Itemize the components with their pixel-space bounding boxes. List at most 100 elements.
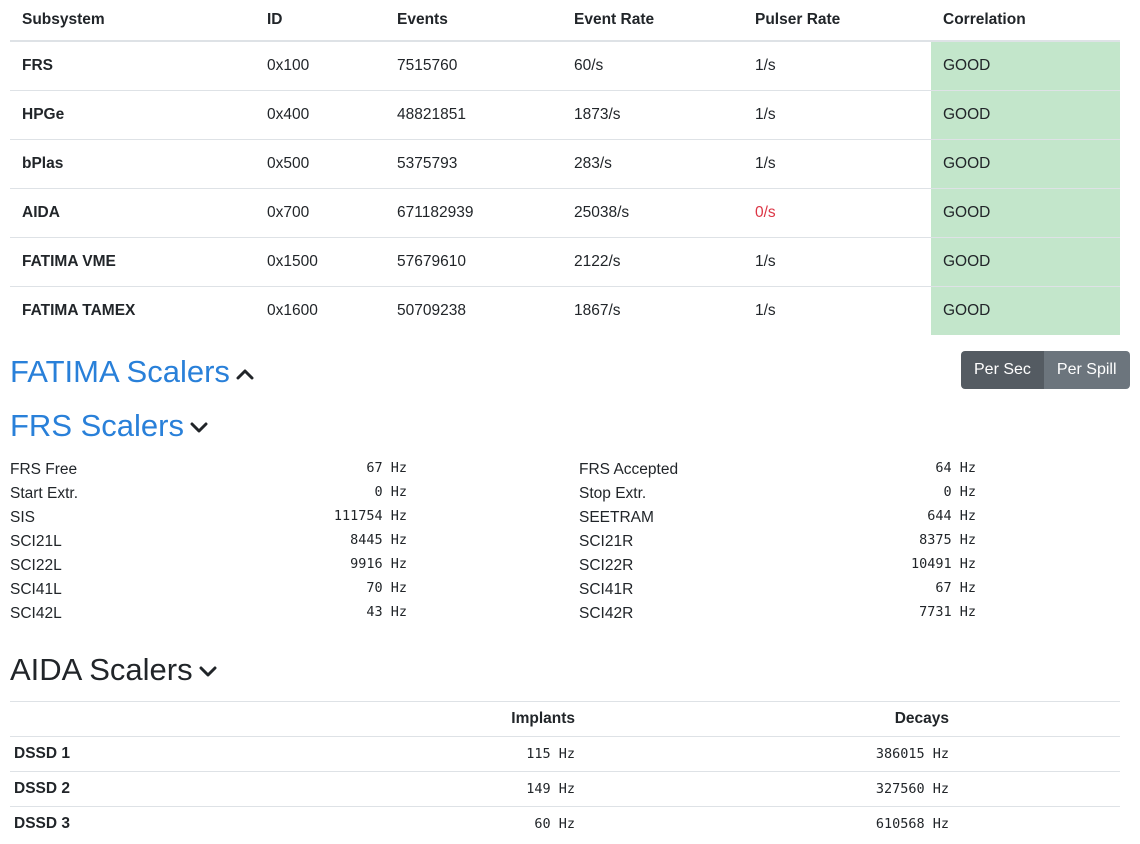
- correlation-status: GOOD: [931, 90, 1120, 140]
- scaler-row: SCI42R 7731 Hz: [579, 603, 976, 627]
- table-row: DSSD 2 149 Hz 327560 Hz: [10, 771, 1120, 807]
- scaler-row: SIS 111754 Hz: [10, 507, 407, 531]
- rate-mode-toggle: Per Sec Per Spill: [961, 351, 1130, 389]
- subsystem-name: FATIMA TAMEX: [10, 286, 255, 335]
- subsystem-id: 0x400: [255, 90, 385, 140]
- scaler-value: 10491 Hz: [910, 556, 976, 572]
- table-row: DSSD 3 60 Hz 610568 Hz: [10, 806, 1120, 841]
- subsystem-event-rate: 25038/s: [562, 188, 743, 238]
- correlation-status: GOOD: [931, 286, 1120, 335]
- scaler-label: SCI42R: [579, 605, 634, 622]
- scaler-row: FRS Free 67 Hz: [10, 459, 407, 483]
- row-spacer: [955, 771, 1120, 807]
- scaler-value: 644 Hz: [927, 508, 976, 524]
- subsystem-name: HPGe: [10, 90, 255, 140]
- implants-value: 149 Hz: [506, 771, 581, 807]
- subsystem-name: FATIMA VME: [10, 237, 255, 287]
- subsystem-pulser-rate: 1/s: [755, 57, 776, 74]
- scaler-row: SCI41L 70 Hz: [10, 579, 407, 603]
- scaler-row: SCI21R 8375 Hz: [579, 531, 976, 555]
- subsystem-events: 48821851: [385, 90, 562, 140]
- scaler-label: SCI41R: [579, 581, 634, 598]
- per-sec-button[interactable]: Per Sec: [961, 351, 1044, 389]
- fatima-scalers-title: FATIMA Scalers: [10, 354, 230, 389]
- scaler-row: Stop Extr. 0 Hz: [579, 483, 976, 507]
- table-row: DSSD 1 115 Hz 386015 Hz: [10, 736, 1120, 772]
- subsystem-id: 0x100: [267, 57, 310, 74]
- subsystem-pulser-rate: 1/s: [743, 237, 931, 287]
- scaler-row: SCI41R 67 Hz: [579, 579, 976, 603]
- subsystem-event-rate: 1867/s: [562, 286, 743, 335]
- correlation-status: GOOD: [931, 237, 1120, 287]
- subsystem-id: 0x700: [255, 188, 385, 238]
- subsystem-events: 50709238: [385, 286, 562, 335]
- aida-scalers-table: Implants Decays DSSD 1 115 Hz 386015 Hz …: [10, 701, 1120, 841]
- scaler-label: FRS Accepted: [579, 461, 679, 478]
- frs-scalers-toggle[interactable]: FRS Scalers: [10, 407, 208, 445]
- chevron-down-icon: [190, 422, 208, 434]
- subsystem-pulser-rate: 1/s: [743, 286, 931, 335]
- row-spacer: [955, 806, 1120, 841]
- scaler-value: 8445 Hz: [350, 532, 407, 548]
- table-row: FRS 0x100 7515760 60/s 1/s GOOD: [10, 41, 1120, 91]
- table-row: FATIMA VME 0x1500 57679610 2122/s 1/s GO…: [10, 237, 1120, 287]
- fatima-scalers-toggle[interactable]: FATIMA Scalers: [10, 353, 254, 391]
- scaler-value: 111754 Hz: [333, 508, 407, 524]
- scaler-row: SCI42L 43 Hz: [10, 603, 407, 627]
- table-row: HPGe 0x400 48821851 1873/s 1/s GOOD: [10, 90, 1120, 140]
- col-header-implants: Implants: [506, 701, 581, 737]
- scaler-label: SCI42L: [10, 605, 62, 622]
- aida-scalers-toggle[interactable]: AIDA Scalers: [10, 651, 217, 689]
- subsystem-id: 0x500: [255, 139, 385, 189]
- dssd-name: DSSD 2: [10, 771, 506, 807]
- scaler-row: FRS Accepted 64 Hz: [579, 459, 976, 483]
- subsystem-events: 5375793: [385, 139, 562, 189]
- frs-scalers-right-column: FRS Accepted 64 Hz Stop Extr. 0 Hz SEETRAM…: [579, 459, 976, 627]
- table-row: AIDA 0x700 671182939 25038/s 0/s GOOD: [10, 188, 1120, 238]
- subsystem-event-rate: 1873/s: [562, 90, 743, 140]
- table-header-row: Subsystem ID Events Event Rate Pulser Ra…: [10, 0, 1120, 42]
- subsystem-pulser-rate: 1/s: [743, 139, 931, 189]
- implants-value: 60 Hz: [506, 806, 581, 841]
- col-header-correlation: Correlation: [931, 0, 1120, 42]
- row-spacer: [955, 736, 1120, 772]
- decays-value: 610568 Hz: [581, 806, 955, 841]
- aida-scalers-title: AIDA Scalers: [10, 652, 193, 687]
- chevron-down-icon: [199, 666, 217, 678]
- col-header-decays: Decays: [581, 701, 955, 737]
- subsystem-table: Subsystem ID Events Event Rate Pulser Ra…: [10, 0, 1120, 335]
- table-header-row: Implants Decays: [10, 701, 1120, 737]
- decays-value: 386015 Hz: [581, 736, 955, 772]
- scaler-label: SEETRAM: [579, 509, 654, 526]
- subsystem-id: 0x1600: [255, 286, 385, 335]
- per-spill-button[interactable]: Per Spill: [1043, 351, 1130, 389]
- scaler-label: Stop Extr.: [579, 485, 647, 502]
- col-header-dssd: [10, 701, 506, 737]
- scaler-value: 67 Hz: [366, 460, 407, 476]
- col-header-id: ID: [255, 0, 385, 42]
- scaler-row: Start Extr. 0 Hz: [10, 483, 407, 507]
- subsystem-pulser-rate: 1/s: [743, 90, 931, 140]
- scaler-label: SCI22L: [10, 557, 62, 574]
- table-row: FATIMA TAMEX 0x1600 50709238 1867/s 1/s …: [10, 286, 1120, 335]
- dssd-name: DSSD 3: [10, 806, 506, 841]
- scaler-value: 9916 Hz: [350, 556, 407, 572]
- scaler-value: 64 Hz: [935, 460, 976, 476]
- correlation-status: GOOD: [931, 188, 1120, 238]
- subsystem-pulser-rate-alert: 0/s: [743, 188, 931, 238]
- scaler-value: 0 Hz: [374, 484, 407, 500]
- subsystem-events: 57679610: [385, 237, 562, 287]
- scaler-label: FRS Free: [10, 461, 78, 478]
- scaler-label: Start Extr.: [10, 485, 79, 502]
- scaler-label: SCI21R: [579, 533, 634, 550]
- subsystem-name: bPlas: [10, 139, 255, 189]
- scaler-row: SCI22L 9916 Hz: [10, 555, 407, 579]
- scaler-value: 7731 Hz: [919, 604, 976, 620]
- scaler-row: SCI21L 8445 Hz: [10, 531, 407, 555]
- subsystem-name: FRS: [22, 57, 53, 74]
- subsystem-event-rate: 60/s: [574, 57, 604, 74]
- scaler-label: SCI41L: [10, 581, 62, 598]
- chevron-up-icon: [236, 368, 254, 380]
- scaler-value: 70 Hz: [366, 580, 407, 596]
- scaler-row: SEETRAM 644 Hz: [579, 507, 976, 531]
